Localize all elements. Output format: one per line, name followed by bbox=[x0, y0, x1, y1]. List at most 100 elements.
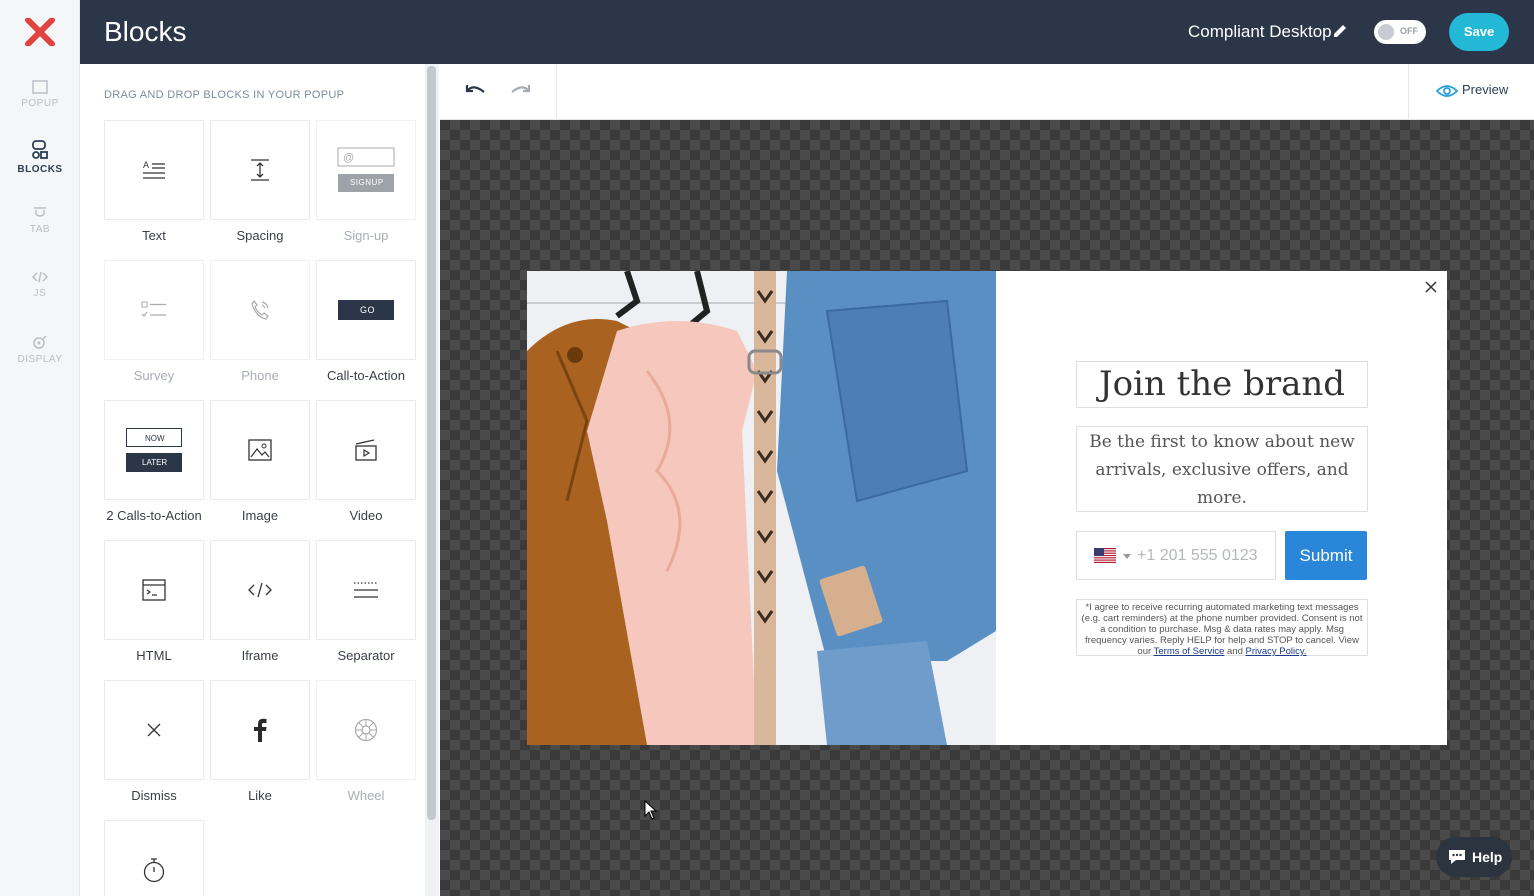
wheel-icon bbox=[354, 718, 378, 742]
block-image[interactable] bbox=[210, 400, 310, 500]
rail-item-display[interactable]: DISPLAY bbox=[0, 334, 80, 365]
undo-icon[interactable] bbox=[464, 80, 488, 104]
save-button[interactable]: Save bbox=[1449, 13, 1509, 51]
rail-item-popup[interactable]: POPUP bbox=[0, 80, 80, 109]
block-label: HTML bbox=[136, 648, 172, 663]
mouse-cursor-icon bbox=[644, 800, 658, 820]
block-label: Video bbox=[349, 508, 383, 523]
popup-icon bbox=[32, 80, 48, 94]
block-video[interactable] bbox=[316, 400, 416, 500]
clothing-photo[interactable] bbox=[527, 271, 996, 745]
editor-toolbar: Preview bbox=[440, 64, 1534, 120]
rail-item-js[interactable]: JS bbox=[0, 270, 80, 299]
block-label: Wheel bbox=[347, 788, 385, 803]
legal-and: and bbox=[1227, 646, 1243, 657]
block-label: Text bbox=[142, 228, 166, 243]
toggle-label: OFF bbox=[1400, 26, 1418, 36]
rail-item-label: POPUP bbox=[21, 98, 59, 109]
block-label: Separator bbox=[337, 648, 395, 663]
block-dismiss[interactable] bbox=[104, 680, 204, 780]
block-timer[interactable] bbox=[104, 820, 204, 896]
help-button[interactable]: Help bbox=[1436, 837, 1512, 877]
page-title: Blocks bbox=[104, 16, 187, 47]
spacing-icon bbox=[251, 159, 269, 181]
block-spacing[interactable] bbox=[210, 120, 310, 220]
rail-item-label: TAB bbox=[29, 224, 51, 235]
block-label: Call-to-Action bbox=[326, 368, 406, 383]
toolbar-divider bbox=[556, 64, 557, 120]
submit-button[interactable]: Submit bbox=[1285, 531, 1367, 580]
popup-headline[interactable]: Join the brand bbox=[1076, 361, 1368, 408]
left-rail: POPUP BLOCKS TAB JS DISPLAY bbox=[0, 0, 80, 896]
preview-label: Preview bbox=[1462, 82, 1509, 97]
clothing-image-icon bbox=[527, 271, 996, 745]
pencil-icon[interactable] bbox=[1332, 23, 1348, 39]
blocks-panel: DRAG AND DROP BLOCKS IN YOUR POPUP A Tex… bbox=[80, 64, 425, 896]
block-separator[interactable] bbox=[316, 540, 416, 640]
phone-input[interactable] bbox=[1137, 542, 1269, 570]
block-2-calls-to-action[interactable]: NOW LATER bbox=[104, 400, 204, 500]
block-survey[interactable] bbox=[104, 260, 204, 360]
block-signup[interactable]: @ SIGNUP bbox=[316, 120, 416, 220]
block-iframe[interactable] bbox=[210, 540, 310, 640]
block-label: Like bbox=[248, 788, 272, 803]
block-label: Phone bbox=[241, 368, 279, 383]
rail-item-blocks[interactable]: BLOCKS bbox=[0, 140, 80, 175]
block-label: Dismiss bbox=[131, 788, 177, 803]
rail-item-label: DISPLAY bbox=[17, 354, 63, 365]
toolbar-divider bbox=[1408, 64, 1409, 120]
video-icon bbox=[355, 439, 377, 461]
iframe-icon bbox=[248, 582, 272, 598]
block-wheel[interactable] bbox=[316, 680, 416, 780]
block-html[interactable] bbox=[104, 540, 204, 640]
block-label: 2 Calls-to-Action bbox=[106, 508, 202, 523]
blocks-icon bbox=[32, 140, 48, 159]
redo-icon[interactable] bbox=[508, 80, 532, 104]
popup-preview: Join the brand Be the first to know abou… bbox=[527, 271, 1447, 745]
block-like[interactable] bbox=[210, 680, 310, 780]
status-toggle[interactable]: OFF bbox=[1374, 20, 1426, 44]
phone-field[interactable] bbox=[1076, 531, 1276, 580]
chevron-down-icon[interactable] bbox=[1123, 554, 1131, 559]
rail-item-tab[interactable]: TAB bbox=[0, 206, 80, 235]
privacy-link[interactable]: Privacy Policy. bbox=[1246, 646, 1307, 657]
two-cta-bottom-text: LATER bbox=[142, 458, 168, 467]
display-icon bbox=[33, 335, 47, 349]
tab-icon bbox=[34, 207, 46, 217]
facebook-icon bbox=[254, 718, 267, 742]
dismiss-icon bbox=[147, 723, 161, 737]
eye-icon bbox=[1435, 84, 1459, 97]
close-icon[interactable] bbox=[1423, 279, 1439, 295]
svg-text:A: A bbox=[143, 160, 149, 170]
stopwatch-icon bbox=[143, 858, 165, 883]
separator-icon bbox=[354, 582, 378, 598]
image-icon bbox=[248, 439, 272, 461]
block-call-to-action[interactable]: GO bbox=[316, 260, 416, 360]
preview-button[interactable]: Preview bbox=[1435, 82, 1509, 98]
app-logo-icon[interactable] bbox=[24, 18, 56, 46]
block-label: Survey bbox=[133, 368, 175, 383]
block-phone[interactable] bbox=[210, 260, 310, 360]
code-icon bbox=[32, 271, 48, 283]
help-label: Help bbox=[1472, 849, 1503, 865]
top-header: Blocks Compliant Desktop OFF Save bbox=[80, 0, 1534, 64]
popup-subtext[interactable]: Be the first to know about new arrivals,… bbox=[1076, 426, 1368, 512]
panel-heading: DRAG AND DROP BLOCKS IN YOUR POPUP bbox=[104, 89, 345, 101]
text-icon: A bbox=[143, 160, 165, 179]
legal-disclaimer[interactable]: *I agree to receive recurring automated … bbox=[1076, 599, 1368, 657]
terms-link[interactable]: Terms of Service bbox=[1154, 646, 1225, 657]
rail-item-label: BLOCKS bbox=[17, 164, 63, 175]
signup-icon-text-bottom: SIGNUP bbox=[350, 178, 384, 187]
survey-icon bbox=[141, 301, 166, 317]
toggle-knob bbox=[1378, 24, 1394, 40]
block-text[interactable]: A bbox=[104, 120, 204, 220]
panel-scrollbar[interactable] bbox=[427, 66, 436, 820]
cta-icon-text: GO bbox=[360, 305, 376, 315]
rail-item-label: JS bbox=[33, 288, 47, 299]
block-label: Spacing bbox=[236, 228, 284, 243]
us-flag-icon[interactable] bbox=[1094, 548, 1116, 563]
signup-icon-text-top: @ bbox=[343, 152, 355, 164]
popup-name[interactable]: Compliant Desktop bbox=[1188, 22, 1332, 42]
block-label: Sign-up bbox=[343, 228, 389, 243]
block-label: Image bbox=[241, 508, 279, 523]
